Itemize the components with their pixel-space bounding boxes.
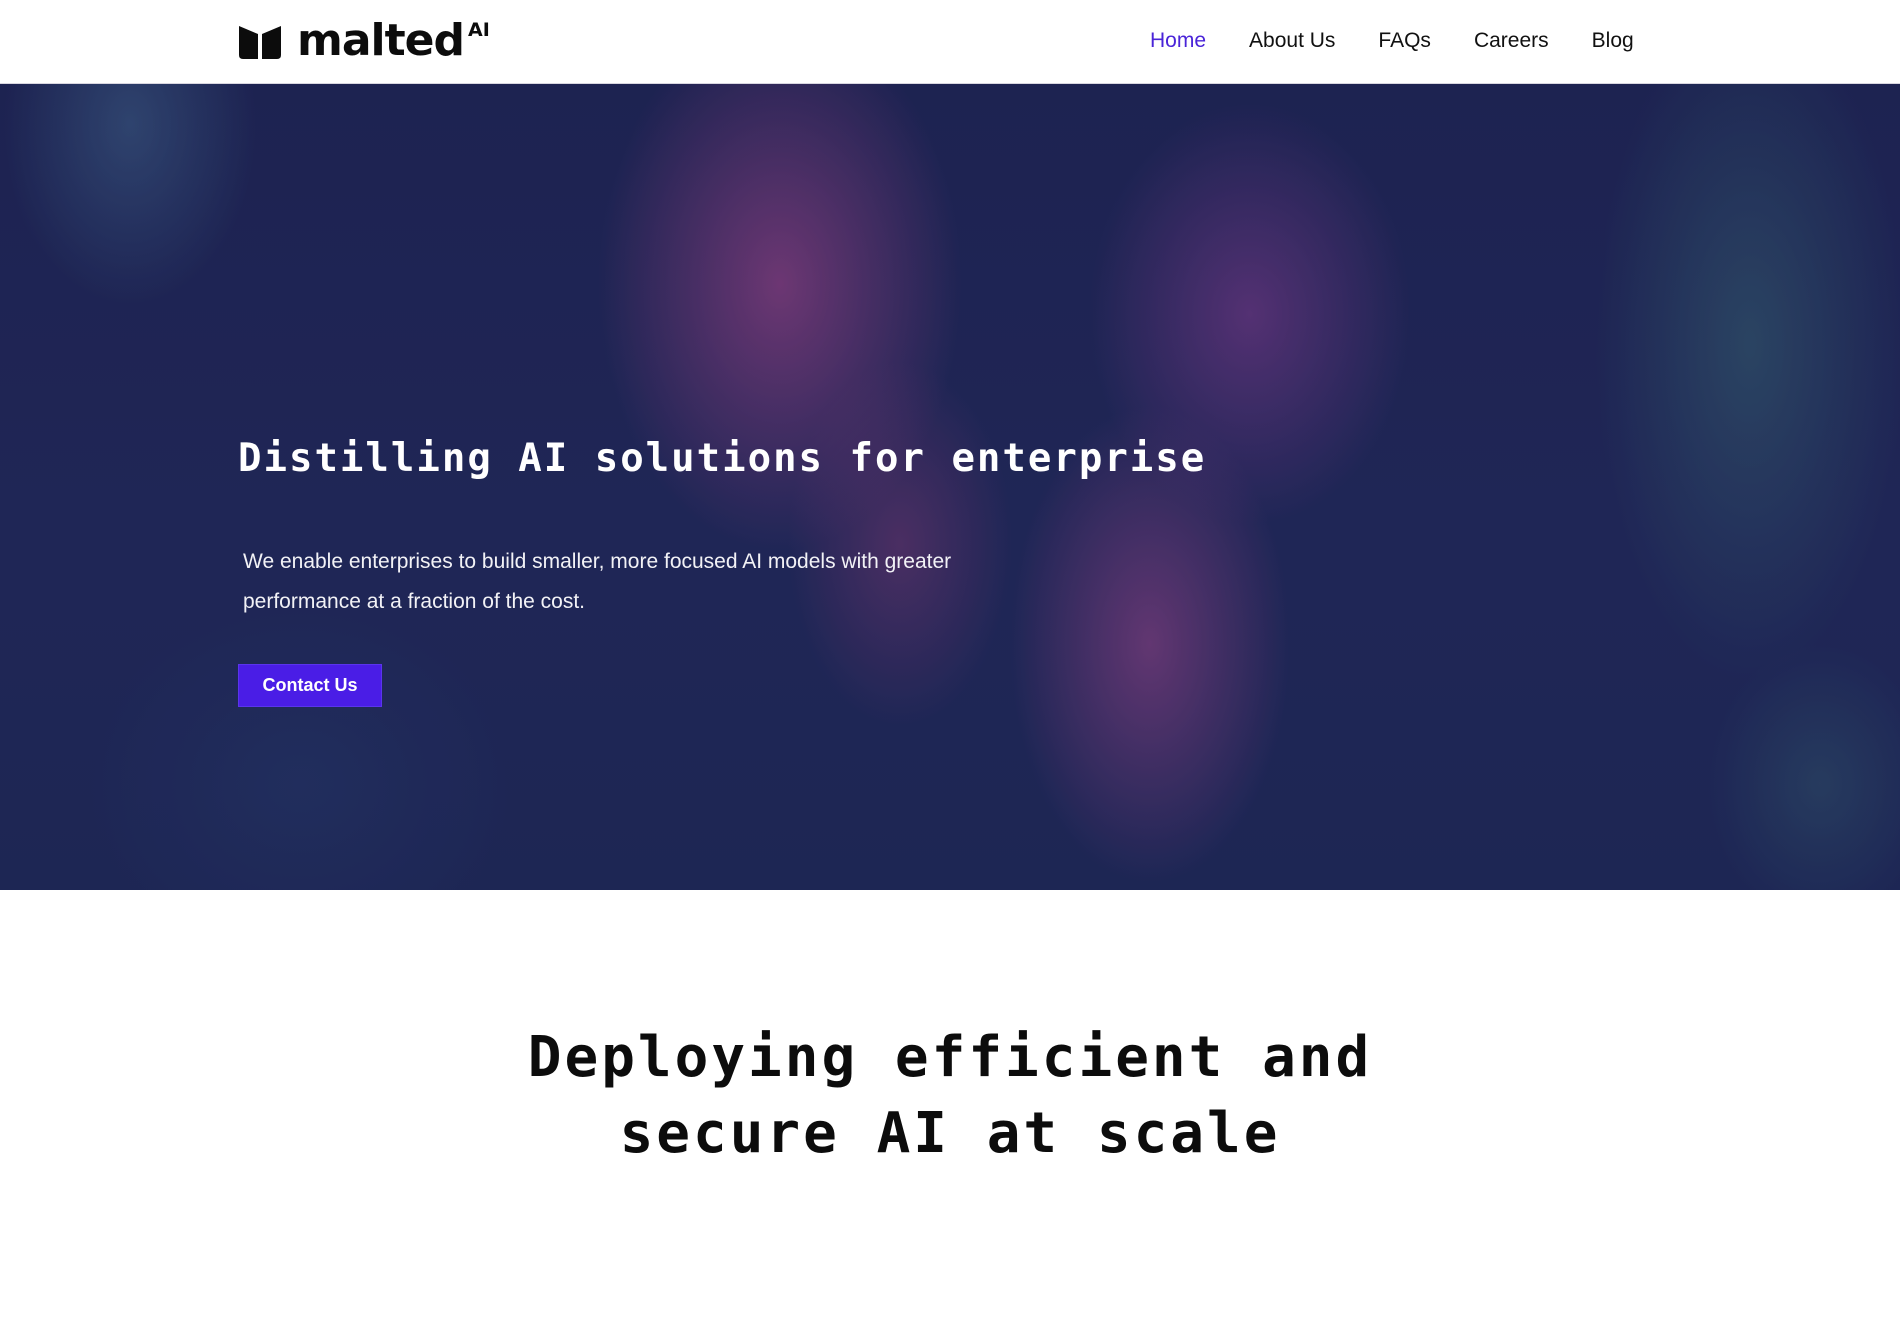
deploying-section: Deploying efficient and secure AI at sca… [0, 890, 1900, 1321]
nav-link-about-us[interactable]: About Us [1249, 27, 1335, 55]
logo-wordmark: malted [297, 15, 465, 66]
nav-link-blog[interactable]: Blog [1592, 27, 1634, 55]
hero-description: We enable enterprises to build smaller, … [243, 550, 952, 613]
section-title: Deploying efficient and secure AI at sca… [0, 1020, 1900, 1172]
hero-title: Distilling AI solutions for enterprise [238, 436, 1207, 481]
logo[interactable]: malted AI [237, 18, 490, 64]
top-navigation: malted AI Home About Us FAQs Careers Blo… [0, 0, 1900, 84]
section-title-line-2: secure AI at scale [619, 1101, 1281, 1166]
nav-links: Home About Us FAQs Careers Blog [1150, 27, 1677, 55]
section-title-line-1: Deploying efficient and [527, 1025, 1373, 1090]
nav-link-careers[interactable]: Careers [1474, 27, 1549, 55]
nav-link-home[interactable]: Home [1150, 27, 1206, 55]
contact-us-button[interactable]: Contact Us [238, 664, 382, 707]
logo-superscript: AI [468, 19, 490, 41]
nav-link-faqs[interactable]: FAQs [1378, 27, 1431, 55]
book-icon [239, 26, 281, 59]
hero-section: Distilling AI solutions for enterprise W… [0, 84, 1900, 890]
hero-background-image [0, 84, 1900, 890]
